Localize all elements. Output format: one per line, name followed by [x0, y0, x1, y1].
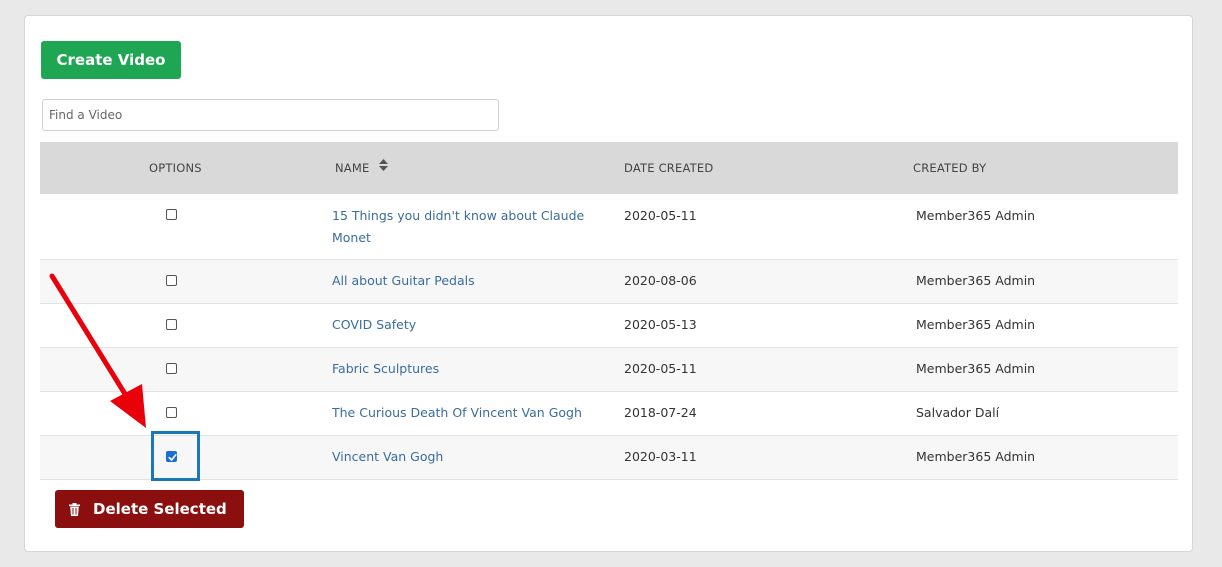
- table-row: 15 Things you didn't know about Claude M…: [40, 194, 1178, 260]
- video-name-link[interactable]: Fabric Sculptures: [332, 358, 439, 380]
- table-header: OPTIONS NAME DATE CREATED CREATED BY: [40, 142, 1178, 194]
- created-by: Member365 Admin: [916, 208, 1036, 223]
- table-row: All about Guitar Pedals 2020-08-06 Membe…: [40, 260, 1178, 304]
- table-row: Fabric Sculptures 2020-05-11 Member365 A…: [40, 348, 1178, 392]
- table-row: COVID Safety 2020-05-13 Member365 Admin: [40, 304, 1178, 348]
- created-by: Member365 Admin: [916, 449, 1036, 464]
- row-checkbox[interactable]: [166, 319, 177, 330]
- row-checkbox[interactable]: [166, 407, 177, 418]
- video-name-link[interactable]: The Curious Death Of Vincent Van Gogh: [332, 402, 582, 424]
- header-created-by: CREATED BY: [913, 161, 987, 175]
- date-created: 2020-05-11: [624, 208, 697, 223]
- find-video-input[interactable]: [42, 99, 499, 131]
- header-date-created: DATE CREATED: [624, 161, 714, 175]
- create-video-button[interactable]: Create Video: [41, 41, 181, 79]
- created-by: Salvador Dalí: [916, 405, 1000, 420]
- header-name-label: NAME: [335, 161, 370, 175]
- row-checkbox[interactable]: [166, 209, 177, 220]
- created-by: Member365 Admin: [916, 361, 1036, 376]
- date-created: 2020-03-11: [624, 449, 697, 464]
- video-name-line: Monet: [332, 230, 371, 245]
- video-name-link[interactable]: 15 Things you didn't know about Claude M…: [332, 205, 584, 249]
- date-created: 2020-05-13: [624, 317, 697, 332]
- created-by: Member365 Admin: [916, 317, 1036, 332]
- row-checkbox[interactable]: [166, 275, 177, 286]
- sort-icon[interactable]: [379, 141, 389, 193]
- video-name-link[interactable]: All about Guitar Pedals: [332, 270, 475, 292]
- video-name-link[interactable]: Vincent Van Gogh: [332, 446, 443, 468]
- video-name-link[interactable]: COVID Safety: [332, 314, 416, 336]
- date-created: 2018-07-24: [624, 405, 697, 420]
- header-name[interactable]: NAME: [335, 141, 389, 194]
- row-checkbox[interactable]: [166, 363, 177, 374]
- trash-icon: [69, 502, 80, 516]
- table-row: Vincent Van Gogh 2020-03-11 Member365 Ad…: [40, 436, 1178, 480]
- header-options: OPTIONS: [149, 161, 202, 175]
- delete-selected-label: Delete Selected: [93, 500, 227, 518]
- table-row: The Curious Death Of Vincent Van Gogh 20…: [40, 392, 1178, 436]
- delete-selected-button[interactable]: Delete Selected: [55, 490, 244, 528]
- date-created: 2020-05-11: [624, 361, 697, 376]
- created-by: Member365 Admin: [916, 273, 1036, 288]
- date-created: 2020-08-06: [624, 273, 697, 288]
- checkbox-highlight-box: [151, 431, 200, 481]
- video-name-line: 15 Things you didn't know about Claude: [332, 208, 585, 223]
